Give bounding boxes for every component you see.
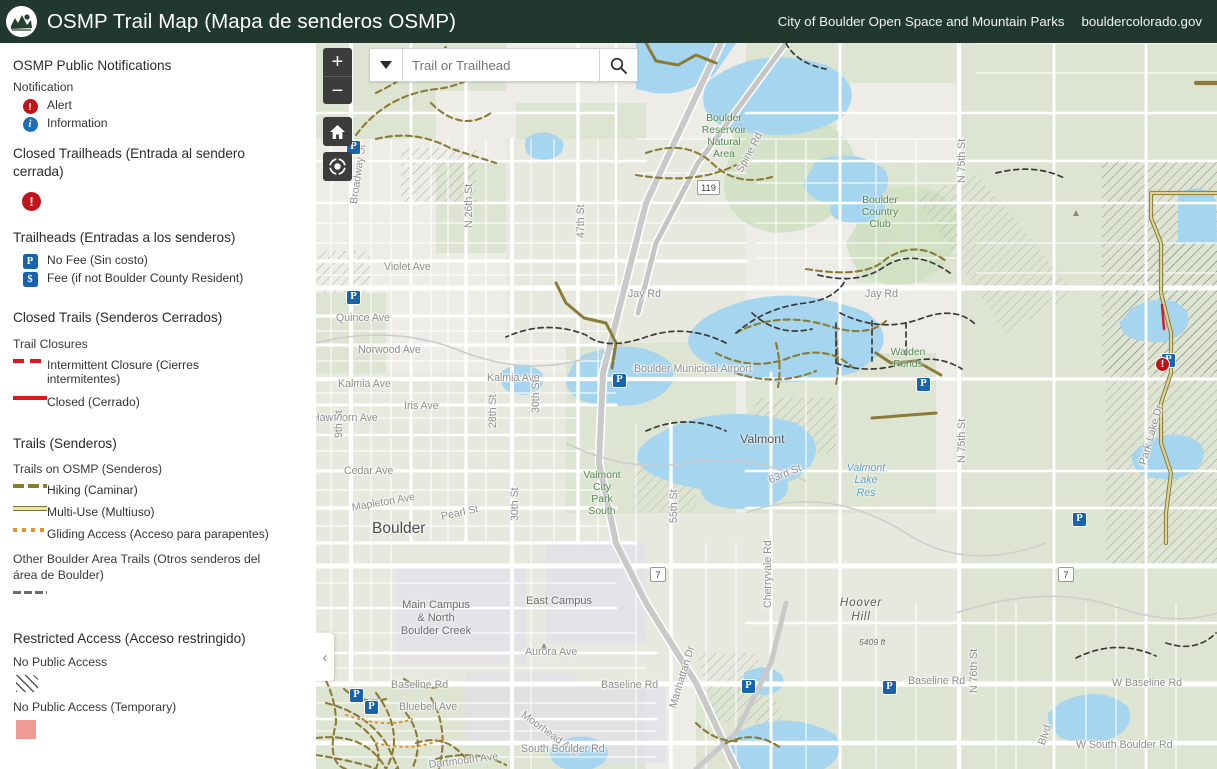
map-parking-icon[interactable]: P — [349, 688, 364, 703]
legend-item-label: No Fee (Sin costo) — [47, 253, 148, 268]
legend-item-multi-use: Multi-Use (Multiuso) — [13, 504, 304, 521]
legend-section-closed-trails: Closed Trails (Senderos Cerrados) Trail … — [13, 309, 304, 411]
legend-collapse-button[interactable]: ‹ — [316, 633, 334, 681]
site-link[interactable]: bouldercolorado.gov — [1082, 14, 1203, 29]
zoom-in-button[interactable]: + — [323, 48, 352, 76]
legend-item-closed-trailhead — [13, 190, 304, 212]
legend-subtitle: No Public Access — [13, 655, 108, 670]
legend-subtitle: No Public Access (Temporary) — [13, 700, 177, 715]
legend-section-title: Restricted Access (Acceso restringido) — [13, 630, 246, 646]
diagonal-hatch-swatch — [13, 673, 47, 693]
map-parking-icon[interactable]: P — [882, 680, 897, 695]
search-button[interactable] — [599, 49, 637, 81]
map-area[interactable]: Violet Ave Quince Ave Norwood Ave Kalmia Av… — [316, 43, 1217, 769]
legend-section-title: OSMP Public Notifications — [13, 58, 172, 73]
parking-fee-icon: $ — [13, 270, 47, 288]
app-header: OSMP Trail Map (Mapa de senderos OSMP) C… — [0, 0, 1217, 43]
page-title: OSMP Trail Map (Mapa de senderos OSMP) — [47, 9, 457, 33]
legend-item-label: Gliding Access (Acceso para parapentes) — [47, 527, 269, 542]
legend-subtitle: Notification — [13, 80, 74, 95]
alert-circle-icon — [13, 97, 47, 115]
legend-item-information: Information — [13, 115, 304, 133]
legend-subtitle: Other Boulder Area Trails (Otros sendero… — [13, 552, 261, 583]
map-alert-icon[interactable]: ! — [1155, 357, 1170, 372]
olive-dashed-line — [13, 482, 47, 489]
highway-shield: 7 — [650, 567, 666, 582]
header-links: City of Boulder Open Space and Mountain … — [778, 14, 1202, 29]
legend-section-notifications: OSMP Public Notifications Notification A… — [13, 57, 304, 133]
legend-item-alert: Alert — [13, 97, 304, 115]
legend-item-hiking: Hiking (Caminar) — [13, 482, 304, 499]
map-basemap[interactable] — [316, 43, 1217, 769]
legend-section-title: Trailheads (Entradas a los senderos) — [13, 230, 236, 246]
legend-item-other-trail — [13, 589, 304, 606]
osmp-logo-icon — [6, 6, 37, 37]
dashed-red-line — [13, 357, 47, 363]
map-parking-icon[interactable]: P — [741, 679, 756, 694]
search-icon — [610, 57, 627, 74]
legend-item-label: Closed (Cerrado) — [47, 394, 140, 409]
search-source-dropdown[interactable] — [370, 49, 403, 81]
information-circle-icon — [13, 115, 47, 133]
map-parking-icon[interactable]: P — [346, 290, 361, 305]
map-parking-icon[interactable]: P — [612, 373, 627, 388]
highway-shield: 7 — [1058, 567, 1074, 582]
gray-dashed-line — [13, 589, 47, 594]
map-parking-icon[interactable]: P — [1072, 512, 1087, 527]
legend-section-restricted-access: Restricted Access (Acceso restringido) N… — [13, 630, 304, 739]
legend-item-intermittent-closure: Intermittent Closure (Cierres intermiten… — [13, 357, 304, 387]
legend-item-closed: Closed (Cerrado) — [13, 394, 304, 411]
legend-item-label: Fee (if not Boulder County Resident) — [47, 271, 244, 286]
search-input[interactable] — [412, 57, 599, 73]
legend-item-label: Intermittent Closure (Cierres intermiten… — [47, 357, 199, 387]
legend-item-no-fee: P No Fee (Sin costo) — [13, 252, 304, 270]
cased-tan-line — [13, 504, 47, 512]
parking-no-fee-icon: P — [13, 252, 47, 270]
legend-item-label: Hiking (Caminar) — [47, 483, 138, 498]
legend-section-other-trails: Other Boulder Area Trails (Otros sendero… — [13, 552, 304, 606]
locate-crosshair-icon[interactable] — [323, 152, 352, 181]
legend-item-label: Alert — [47, 98, 72, 113]
solid-red-line — [13, 394, 47, 400]
map-parking-icon[interactable]: P — [916, 377, 931, 392]
closed-trailhead-alert-icon — [13, 190, 47, 212]
home-icon[interactable] — [323, 117, 352, 146]
legend-item-no-public-access-temporary — [13, 718, 304, 739]
legend-panel[interactable]: OSMP Public Notifications Notification A… — [0, 43, 316, 769]
legend-section-title: Closed Trails (Senderos Cerrados) — [13, 310, 223, 326]
legend-section-trailheads: Trailheads (Entradas a los senderos) P N… — [13, 229, 304, 288]
legend-subtitle: Trail Closures — [13, 336, 88, 351]
legend-item-fee: $ Fee (if not Boulder County Resident) — [13, 270, 304, 288]
legend-item-gliding-access: Gliding Access (Acceso para parapentes) — [13, 526, 304, 543]
pink-fill-swatch — [13, 718, 47, 739]
map-parking-icon[interactable]: P — [364, 700, 379, 715]
legend-section-title: Closed Trailheads (Entrada al sendero ce… — [13, 146, 245, 179]
legend-item-no-public-access — [13, 673, 304, 693]
zoom-controls[interactable]: + − — [323, 48, 352, 104]
search-input-wrapper[interactable] — [403, 49, 599, 81]
org-name: City of Boulder Open Space and Mountain … — [777, 14, 1065, 29]
chevron-left-icon: ‹ — [322, 648, 328, 666]
legend-section-title: Trails (Senderos) — [13, 435, 117, 451]
orange-dotted-line — [13, 526, 47, 533]
legend-section-trails: Trails (Senderos) Trails on OSMP (Sender… — [13, 435, 304, 543]
legend-section-closed-trailheads: Closed Trailheads (Entrada al sendero ce… — [13, 145, 304, 212]
highway-shield: 119 — [697, 180, 720, 195]
zoom-out-button[interactable]: − — [323, 76, 352, 104]
legend-subtitle: Trails on OSMP (Senderos) — [13, 462, 163, 477]
legend-item-label: Multi-Use (Multiuso) — [47, 505, 155, 520]
legend-item-label: Information — [47, 116, 108, 131]
search-bar[interactable] — [369, 48, 638, 82]
chevron-down-icon — [380, 61, 392, 69]
